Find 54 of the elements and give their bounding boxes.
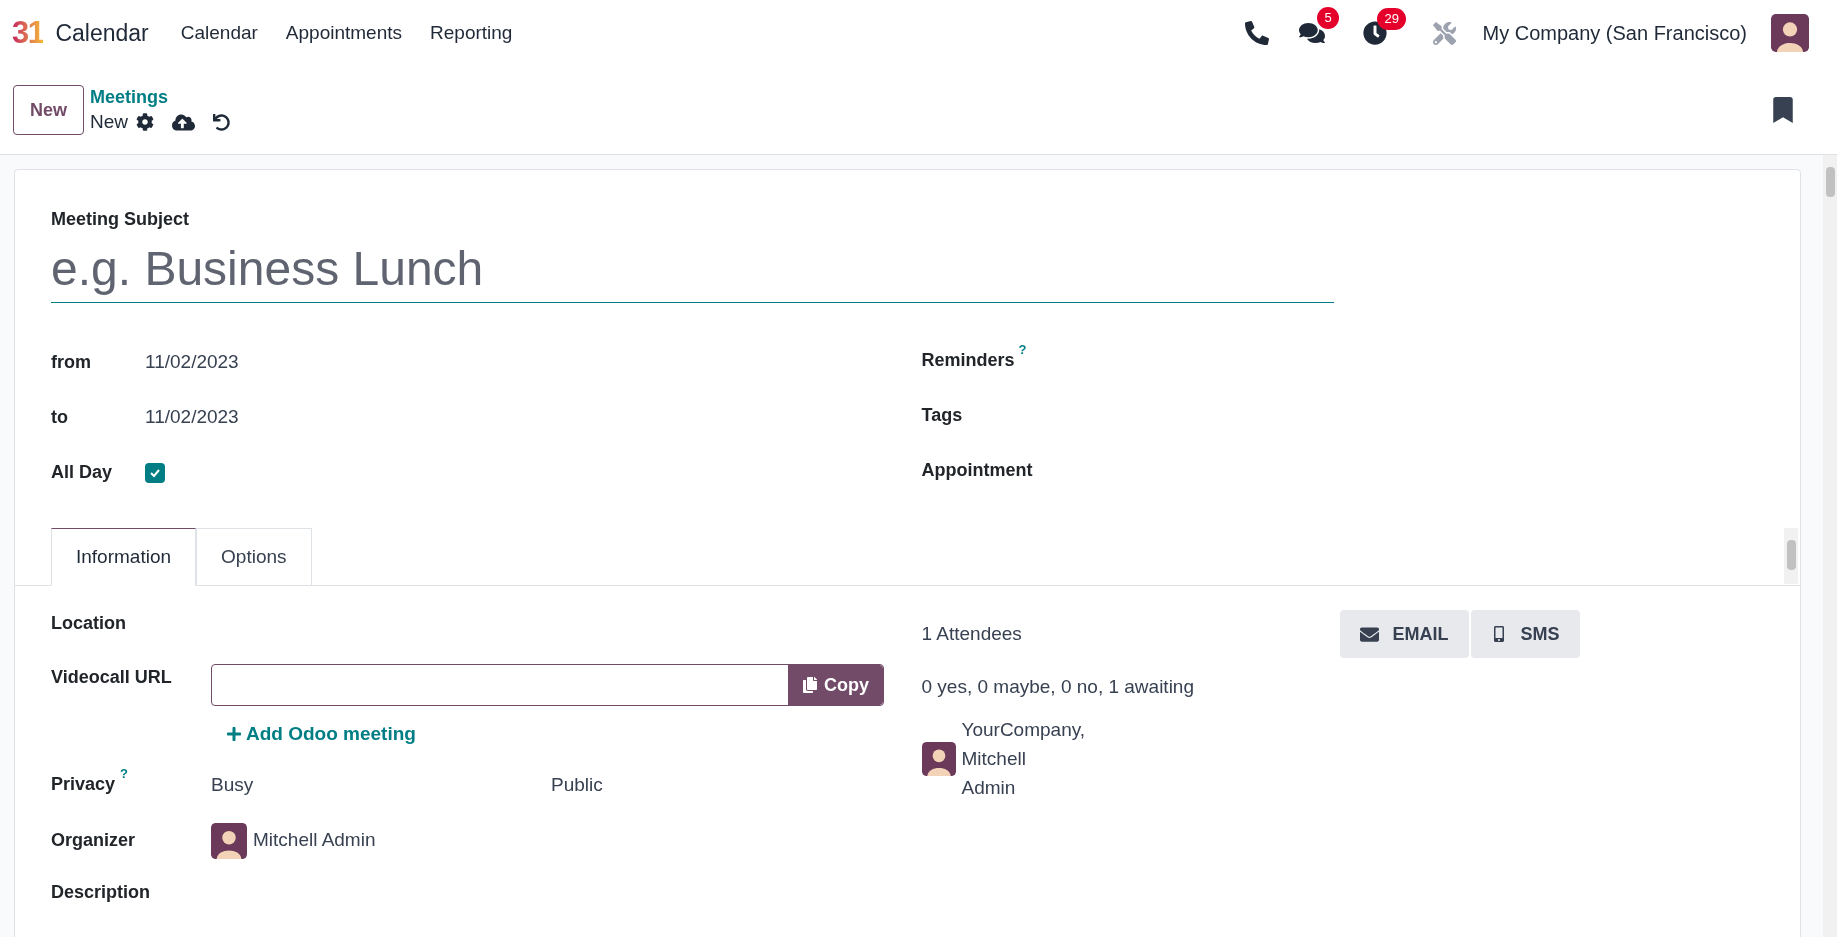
subject-input[interactable]: e.g. Business Lunch xyxy=(51,235,1334,303)
organizer-avatar xyxy=(211,822,247,859)
field-label: to xyxy=(51,406,69,429)
attendance-summary: 0 yes, 0 maybe, 0 no, 1 awaiting xyxy=(921,674,1195,699)
show-as-value[interactable]: Busy xyxy=(211,770,551,799)
copy-button[interactable]: Copy xyxy=(788,665,883,705)
page-scrollbar[interactable] xyxy=(1823,155,1837,937)
phone-icon[interactable] xyxy=(1245,21,1270,45)
field-label: Privacy xyxy=(51,772,116,796)
add-meeting-link[interactable]: Add Odoo meeting xyxy=(226,720,908,749)
field-label: Reminders xyxy=(921,349,1015,372)
videocall-url-field[interactable]: Copy xyxy=(211,664,884,706)
undo-icon[interactable] xyxy=(213,113,231,131)
field-label: Location xyxy=(51,612,127,635)
email-button[interactable]: EMAIL xyxy=(1339,610,1469,658)
all-day-checkbox[interactable] xyxy=(145,462,165,483)
date-value[interactable]: 11/02/2023 xyxy=(145,403,239,432)
record-title: New xyxy=(90,110,129,134)
attendee-avatar xyxy=(921,741,956,776)
organizer-name[interactable]: Mitchell Admin xyxy=(253,826,376,855)
subject-label: Meeting Subject xyxy=(51,208,190,231)
field-label: from xyxy=(51,351,92,374)
privacy-value[interactable]: Public xyxy=(551,770,603,799)
field-label: Tags xyxy=(921,404,963,427)
help-tooltip[interactable]: ? xyxy=(120,766,128,781)
app-name[interactable]: Calendar xyxy=(55,15,149,51)
message-count-badge: 5 xyxy=(1317,7,1339,29)
field-label: All Day xyxy=(51,461,114,484)
field-label: Appointment xyxy=(921,459,1033,482)
tab-area-scrollbar[interactable] xyxy=(1784,528,1798,584)
attendee-name[interactable]: YourCompany, Mitchell Admin xyxy=(961,715,1086,802)
nav-menu-item[interactable]: Calendar xyxy=(166,18,272,48)
date-value[interactable]: 11/02/2023 xyxy=(145,348,239,377)
form-tab[interactable]: Options xyxy=(196,528,312,586)
activity-count-badge: 29 xyxy=(1377,8,1406,30)
nav-menu-item[interactable]: Appointments xyxy=(271,18,417,48)
settings-icon[interactable] xyxy=(136,113,155,131)
nav-menu-item[interactable]: Reporting xyxy=(416,18,527,48)
field-label: Videocall URL xyxy=(51,666,173,689)
sms-button[interactable]: SMS xyxy=(1470,610,1580,658)
bookmark-icon[interactable] xyxy=(1770,97,1796,123)
breadcrumb-link[interactable]: Meetings xyxy=(90,85,231,109)
copy-icon xyxy=(802,677,818,693)
help-tooltip[interactable]: ? xyxy=(1018,343,1027,357)
attendee-count: 1 Attendees xyxy=(921,622,1023,646)
field-label: Organizer xyxy=(51,829,137,852)
chat-icon[interactable] xyxy=(1299,20,1326,46)
field-label: Description xyxy=(51,880,152,904)
envelope-icon xyxy=(1359,624,1379,644)
company-switcher[interactable]: My Company (San Francisco) xyxy=(1482,18,1747,48)
new-button[interactable]: New xyxy=(13,85,84,135)
plus-icon xyxy=(226,726,242,743)
user-avatar xyxy=(1771,14,1809,52)
form-tab[interactable]: Information xyxy=(51,528,197,586)
